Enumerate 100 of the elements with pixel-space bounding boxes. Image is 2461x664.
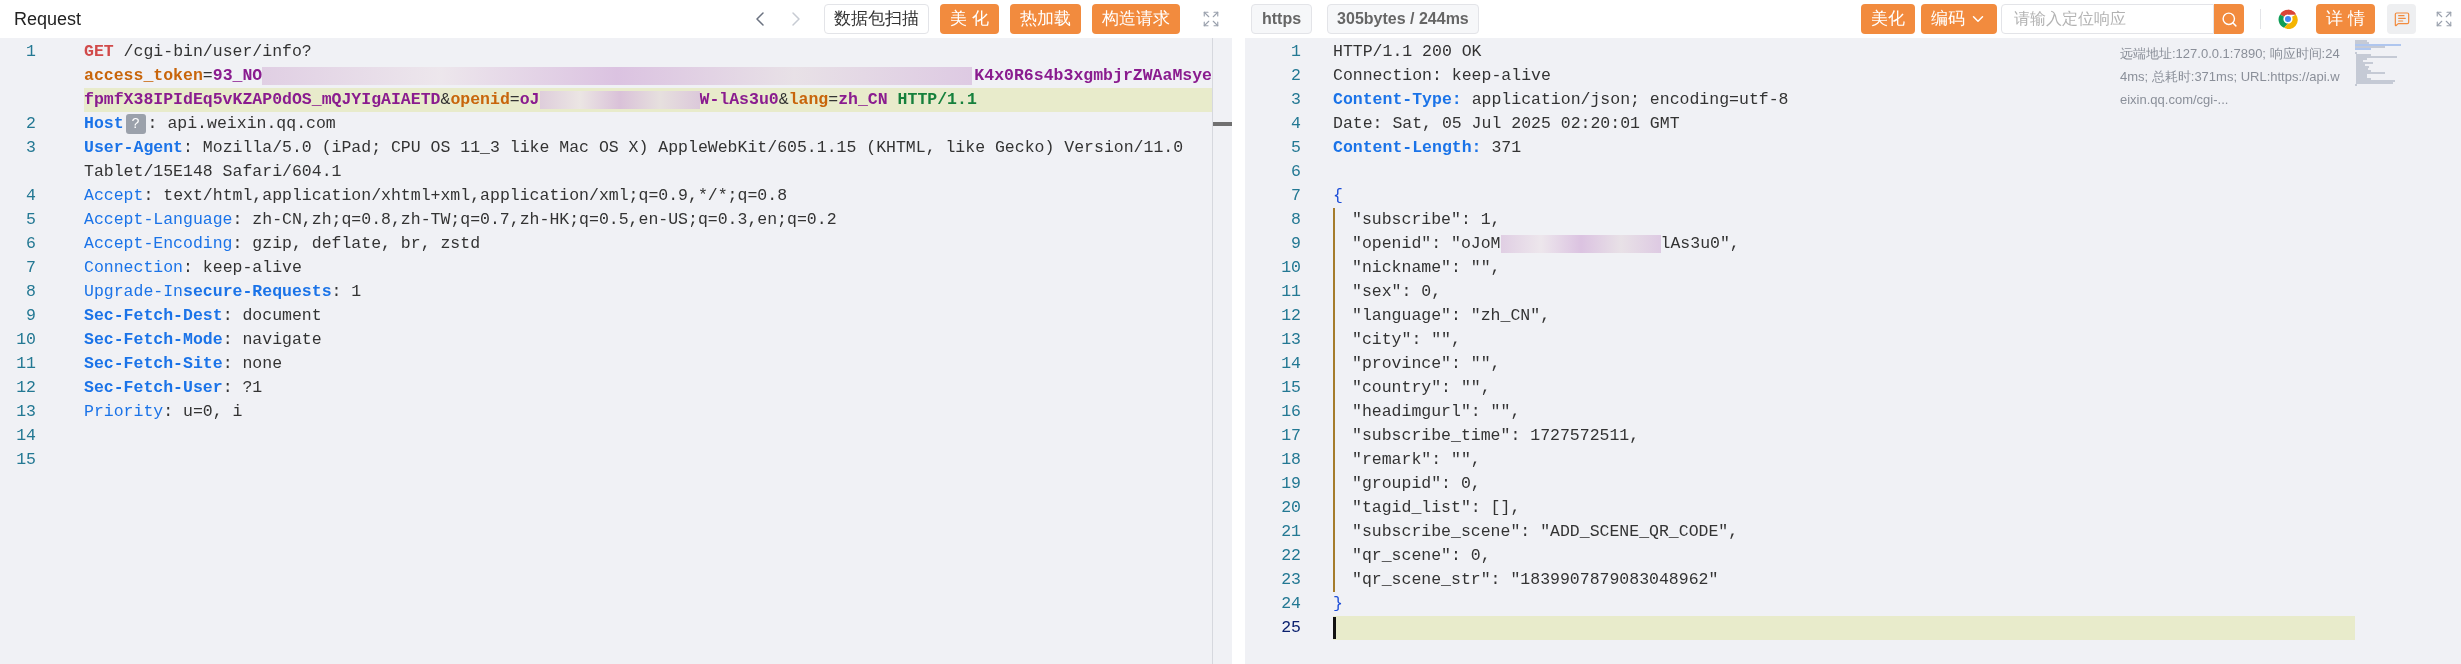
code-text: "language": "zh_CN",	[1352, 304, 1551, 327]
code-text: "country": "",	[1352, 376, 1491, 399]
code-text: fpmfX38IPIdEq5vKZAP0dOS_mQJYIgAIAETD&openid=oJ	[84, 88, 540, 111]
line-number: 11	[1281, 280, 1301, 303]
code-text: Sec-Fetch-Site: none	[84, 352, 283, 375]
minimap-drawing	[2355, 40, 2401, 86]
code-text: Sec-Fetch-Dest: document	[84, 304, 322, 327]
code-text: "openid": "oJoM	[1352, 232, 1501, 255]
help-badge[interactable]: ?	[125, 114, 146, 134]
code-text: {	[1333, 184, 1343, 207]
line-number: 8	[26, 280, 36, 303]
panel-title: Request	[14, 7, 82, 31]
line-number: 12	[1281, 304, 1301, 327]
stats-tag: 305bytes / 244ms	[1327, 4, 1479, 34]
line-number: 14	[16, 424, 36, 447]
code-text: Priority: u=0, i	[84, 400, 243, 423]
line-number: 1	[1291, 40, 1301, 63]
line-number: 10	[16, 328, 36, 351]
line-number: 5	[1291, 136, 1301, 159]
code-text: "headimgurl": "",	[1352, 400, 1521, 423]
toolbar-button[interactable]: 热加载	[1010, 4, 1081, 34]
line-number: 10	[1281, 256, 1301, 279]
code-text: "nickname": "",	[1352, 256, 1501, 279]
code-text: Upgrade-Insecure-Requests: 1	[84, 280, 362, 303]
line-number: 6	[1291, 160, 1301, 183]
code-text: Host	[84, 112, 124, 135]
line-number: 5	[26, 208, 36, 231]
code-text: User-Agent: Mozilla/5.0 (iPad; CPU OS 11_3 like Mac OS X) AppleWebKit/605.1.15 (KHTML, like Gecko) Version/11.0	[84, 136, 1184, 159]
line-number: 13	[1281, 328, 1301, 351]
connection-info: 远端地址:127.0.0.1:7890; 响应时间:244ms; 总耗时:371ms; URL:https://api.weixin.qq.com/cgi-...	[2120, 45, 2341, 109]
line-number: 23	[1281, 568, 1301, 591]
code-text: : api.weixin.qq.com	[147, 112, 336, 135]
line-number: 19	[1281, 472, 1301, 495]
line-number: 9	[26, 304, 36, 327]
message-button[interactable]	[2387, 4, 2416, 34]
line-number: 18	[1281, 448, 1301, 471]
code-text: Content-Length: 371	[1333, 136, 1522, 159]
code-text: Tablet/15E148 Safari/604.1	[84, 160, 342, 183]
line-number: 3	[26, 136, 36, 159]
fullscreen-icon[interactable]	[2435, 10, 2453, 28]
code-text: Connection: keep-alive	[1333, 64, 1551, 87]
code-text: K4x0R6s4b3xgmbjrZWAaMsye	[974, 64, 1212, 87]
line-number: 2	[1291, 64, 1301, 87]
code-text: "qr_scene": 0,	[1352, 544, 1491, 567]
code-text: "subscribe_time": 1727572511,	[1352, 424, 1640, 447]
code-text: "city": "",	[1352, 328, 1461, 351]
line-number: 4	[1291, 112, 1301, 135]
line-number: 7	[1291, 184, 1301, 207]
protocol-tag: https	[1251, 4, 1313, 34]
browser-logo-icon[interactable]	[2277, 8, 2300, 30]
line-number: 14	[1281, 352, 1301, 375]
line-number: 20	[1281, 496, 1301, 519]
toolbar-button[interactable]: 构造请求	[1092, 4, 1180, 34]
code-text: GET /cgi-bin/user/info?	[84, 40, 312, 63]
line-number: 4	[26, 184, 36, 207]
line-number: 12	[16, 376, 36, 399]
code-text: Accept: text/html,application/xhtml+xml,application/xml;q=0.9,*/*;q=0.8	[84, 184, 788, 207]
code-text: Connection: keep-alive	[84, 256, 302, 279]
toolbar-button[interactable]: 美 化	[940, 4, 999, 34]
code-text: "province": "",	[1352, 352, 1501, 375]
line-number: 9	[1291, 232, 1301, 255]
search-button[interactable]	[2214, 4, 2245, 34]
line-number: 2	[26, 112, 36, 135]
line-number: 11	[16, 352, 36, 375]
code-text: lAs3u0",	[1660, 232, 1740, 255]
code-text: "subscribe": 1,	[1352, 208, 1501, 231]
line-number: 15	[16, 448, 36, 471]
line-number: 25	[1281, 616, 1301, 639]
code-text: Accept-Encoding: gzip, deflate, br, zstd	[84, 232, 481, 255]
search-field[interactable]: 请输入定位响应	[2001, 4, 2215, 34]
code-text: Accept-Language: zh-CN,zh;q=0.8,zh-TW;q=0.7,zh-HK;q=0.5,en-US;q=0.3,en;q=0.2	[84, 208, 837, 231]
toolbar-button[interactable]: 美化	[1861, 4, 1916, 34]
fullscreen-icon[interactable]	[1202, 10, 1220, 28]
code-text: Sec-Fetch-User: ?1	[84, 376, 263, 399]
line-number: 6	[26, 232, 36, 255]
line-number: 16	[1281, 400, 1301, 423]
details-button[interactable]: 详 情	[2316, 4, 2375, 34]
line-number: 3	[1291, 88, 1301, 111]
line-number: 7	[26, 256, 36, 279]
code-text: "qr_scene_str": "1839907879083048962"	[1352, 568, 1719, 591]
line-number: 8	[1291, 208, 1301, 231]
line-number: 21	[1281, 520, 1301, 543]
code-text: "subscribe_scene": "ADD_SCENE_QR_CODE",	[1352, 520, 1739, 543]
code-text: "groupid": 0,	[1352, 472, 1481, 495]
code-text: "tagid_list": [],	[1352, 496, 1521, 519]
code-text: }	[1333, 592, 1343, 615]
toolbar-button[interactable]: 数据包扫描	[824, 4, 930, 34]
line-number: 15	[1281, 376, 1301, 399]
chat-bubble-icon	[2393, 11, 2410, 27]
code-text: HTTP/1.1 200 OK	[1333, 40, 1482, 63]
line-number: 17	[1281, 424, 1301, 447]
code-text: "sex": 0,	[1352, 280, 1442, 303]
code-text: Sec-Fetch-Mode: navigate	[84, 328, 322, 351]
line-number: 22	[1281, 544, 1301, 567]
encoding-dropdown[interactable]: 编码	[1921, 4, 1998, 34]
line-number: 1	[26, 40, 36, 63]
scrollbar-thumb[interactable]	[1213, 122, 1232, 126]
code-text: W-lAs3u0&lang=zh_CN HTTP/1.1	[699, 88, 977, 111]
line-number: 24	[1281, 592, 1301, 615]
code-text: "remark": "",	[1352, 448, 1481, 471]
